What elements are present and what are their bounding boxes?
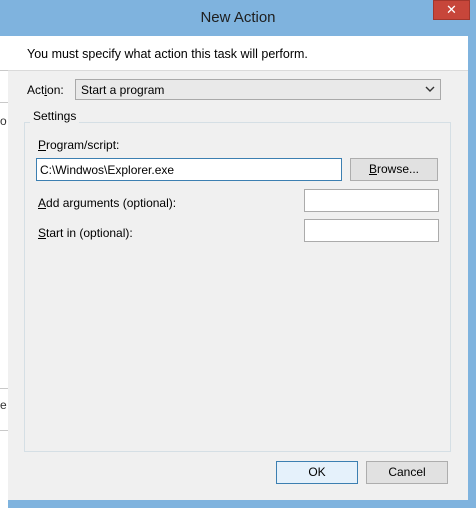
background-text: e [0,398,7,412]
action-label: Action: [27,83,64,97]
close-button[interactable]: ✕ [433,0,470,20]
program-script-label: Program/script: [38,138,120,152]
start-in-label: Start in (optional): [38,226,133,240]
start-in-input[interactable] [304,219,439,242]
action-select[interactable]: Start a program [75,79,441,100]
dialog-client-area: You must specify what action this task w… [8,36,468,500]
instruction-text: You must specify what action this task w… [27,47,308,61]
settings-legend: Settings [30,109,80,123]
add-arguments-label: Add arguments (optional): [38,196,177,210]
program-script-value: C:\Windwos\Explorer.exe [40,163,175,177]
cancel-button[interactable]: Cancel [366,461,448,484]
title-bar[interactable]: New Action ✕ [0,0,476,36]
header-panel: You must specify what action this task w… [8,36,468,71]
background-text: o [0,114,7,128]
program-script-input[interactable]: C:\Windwos\Explorer.exe [36,158,342,181]
add-arguments-input[interactable] [304,189,439,212]
action-selected-value: Start a program [81,83,165,97]
background-window-edge [0,36,8,508]
background-divider [0,388,8,389]
browse-button[interactable]: Browse... [350,158,438,181]
close-icon: ✕ [446,2,457,17]
window-title: New Action [200,9,276,26]
chevron-down-icon [425,86,435,92]
dialog-window: New Action ✕ You must specify what actio… [0,0,476,508]
ok-button[interactable]: OK [276,461,358,484]
background-divider [0,102,8,103]
background-divider [0,430,8,431]
background-divider [0,70,8,71]
